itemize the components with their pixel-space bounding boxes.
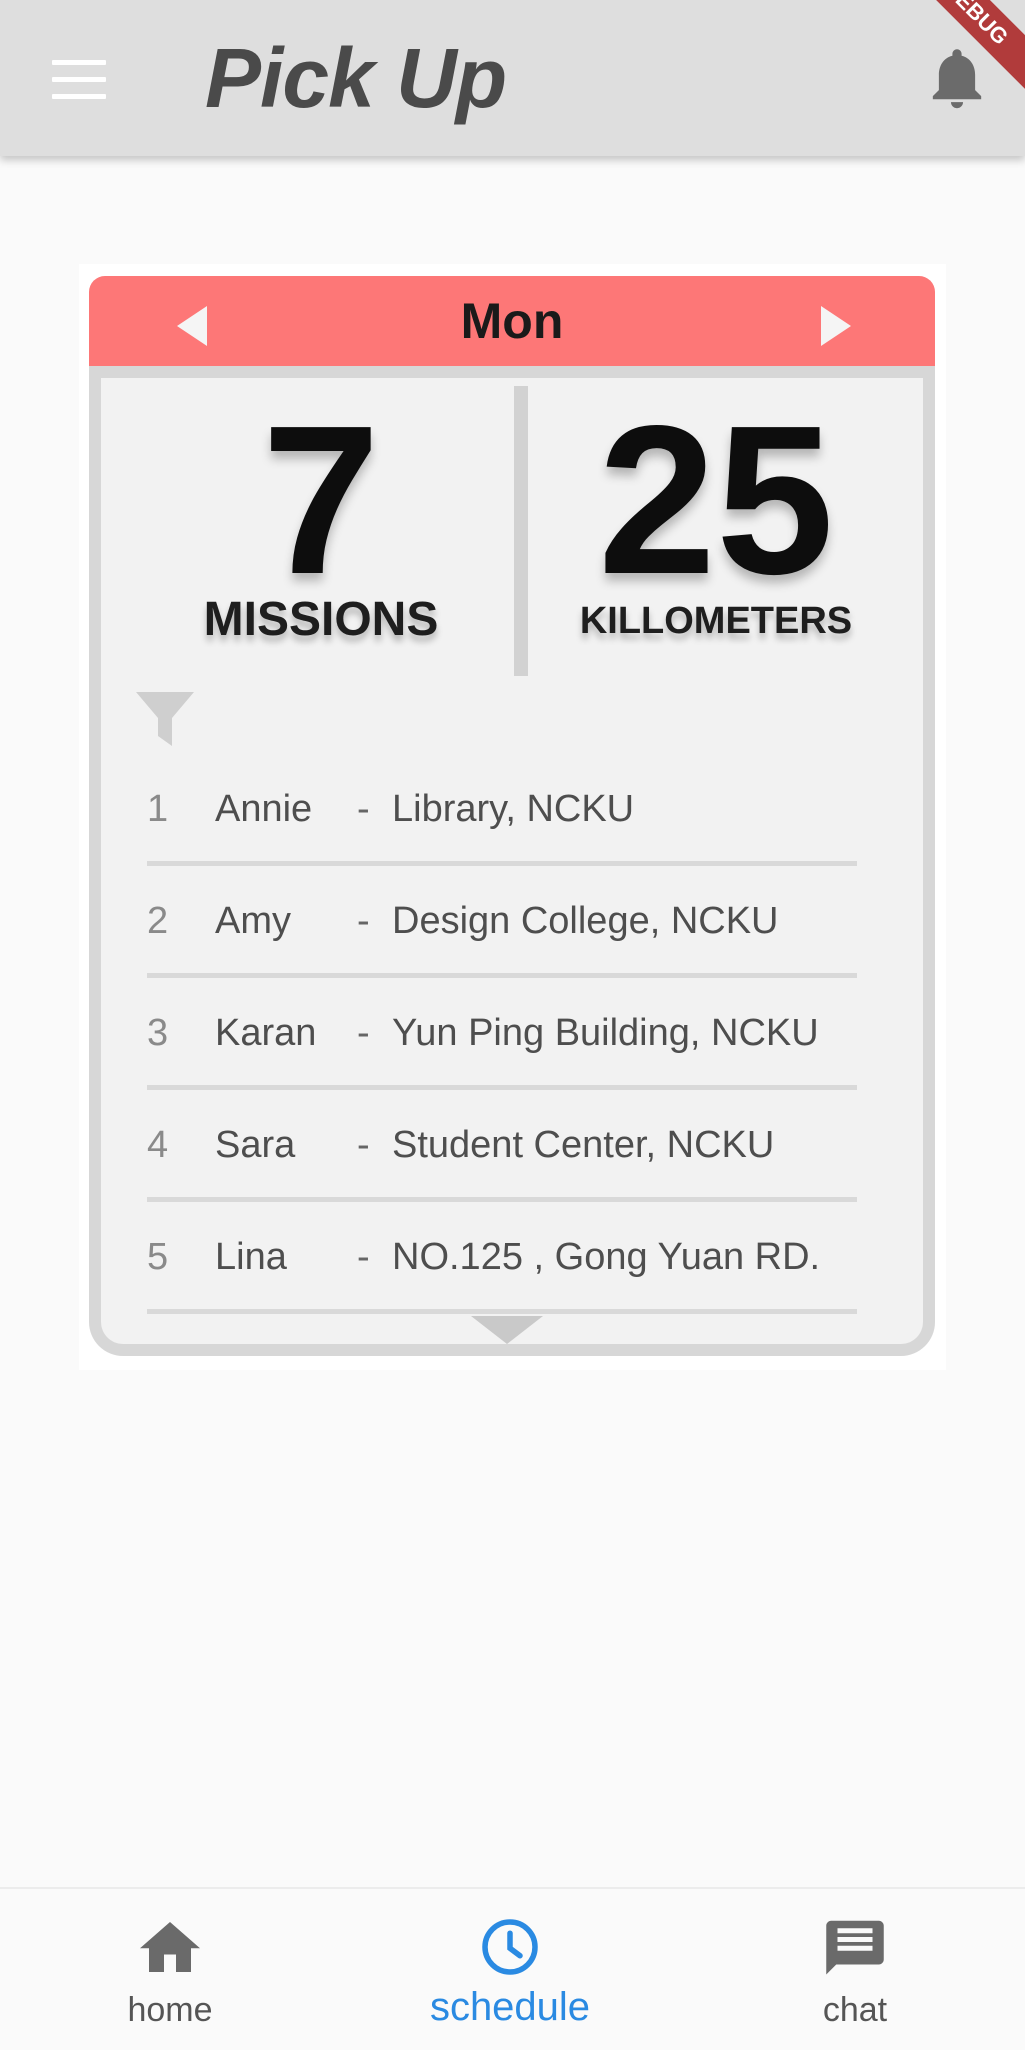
mission-place: Yun Ping Building, NCKU: [392, 1012, 819, 1054]
nav-chat-label: chat: [822, 1991, 888, 2029]
kilometers-label: KILLOMETERS: [579, 600, 853, 642]
mission-name: Sara: [215, 1124, 296, 1166]
bell-icon[interactable]: [928, 46, 986, 110]
mission-place: Student Center, NCKU: [392, 1124, 775, 1166]
row-divider: [147, 1309, 857, 1314]
filter-icon[interactable]: [134, 688, 196, 750]
mission-index: 2: [147, 900, 169, 942]
mission-index: 3: [147, 1012, 169, 1054]
mission-row-1[interactable]: 1 Annie - Library, NCKU: [147, 754, 857, 866]
missions-count: 7: [262, 381, 380, 618]
nav-schedule[interactable]: schedule: [390, 1889, 630, 2050]
home-icon: [140, 1922, 200, 1972]
mission-separator: -: [357, 1124, 370, 1166]
nav-home[interactable]: home: [60, 1889, 280, 2050]
mission-panel: 7 MISSIONS 25 KILLOMETERS 1 Annie - Libr…: [89, 366, 935, 1356]
kilometers-count: 25: [598, 381, 834, 618]
day-label: Mon: [460, 293, 564, 349]
mission-list: 1 Annie - Library, NCKU 2 Amy - Design C…: [147, 754, 857, 1314]
clock-icon: [482, 1919, 538, 1975]
mission-name: Amy: [215, 900, 291, 942]
schedule-card: Mon 7 MISSIONS 25 KILLOMETERS 1 Annie - …: [79, 264, 946, 1370]
arrow-left-icon[interactable]: [177, 306, 207, 346]
app-bar: Pick Up DEBUG: [0, 0, 1025, 156]
chevron-down-icon[interactable]: [471, 1316, 543, 1344]
mission-place: Library, NCKU: [392, 788, 635, 830]
mission-name: Lina: [215, 1236, 287, 1278]
nav-chat[interactable]: chat: [745, 1889, 965, 2050]
hamburger-menu-icon[interactable]: [52, 60, 106, 100]
day-header: Mon: [89, 276, 935, 366]
mission-name: Karan: [215, 1012, 317, 1054]
mission-separator: -: [357, 1236, 370, 1278]
arrow-right-icon[interactable]: [821, 306, 851, 346]
mission-row-4[interactable]: 4 Sara - Student Center, NCKU: [147, 1090, 857, 1202]
mission-place: Design College, NCKU: [392, 900, 779, 942]
missions-label: MISSIONS: [203, 593, 439, 646]
mission-place: NO.125 , Gong Yuan RD.: [392, 1236, 821, 1278]
chat-icon: [826, 1920, 884, 1975]
mission-index: 5: [147, 1236, 169, 1278]
stats-divider: [514, 386, 528, 676]
mission-name: Annie: [215, 788, 313, 830]
nav-schedule-label: schedule: [429, 1985, 591, 2029]
nav-home-label: home: [127, 1991, 213, 2029]
mission-index: 4: [147, 1124, 169, 1166]
bottom-navigation: home schedule chat: [0, 1887, 1025, 2050]
mission-separator: -: [357, 900, 370, 942]
debug-banner: DEBUG: [0, 0, 1025, 156]
mission-separator: -: [357, 788, 370, 830]
app-title: Pick Up: [205, 31, 507, 125]
mission-row-3[interactable]: 3 Karan - Yun Ping Building, NCKU: [147, 978, 857, 1090]
mission-row-5[interactable]: 5 Lina - NO.125 , Gong Yuan RD.: [147, 1202, 857, 1314]
mission-index: 1: [147, 788, 169, 830]
mission-row-2[interactable]: 2 Amy - Design College, NCKU: [147, 866, 857, 978]
mission-separator: -: [357, 1012, 370, 1054]
